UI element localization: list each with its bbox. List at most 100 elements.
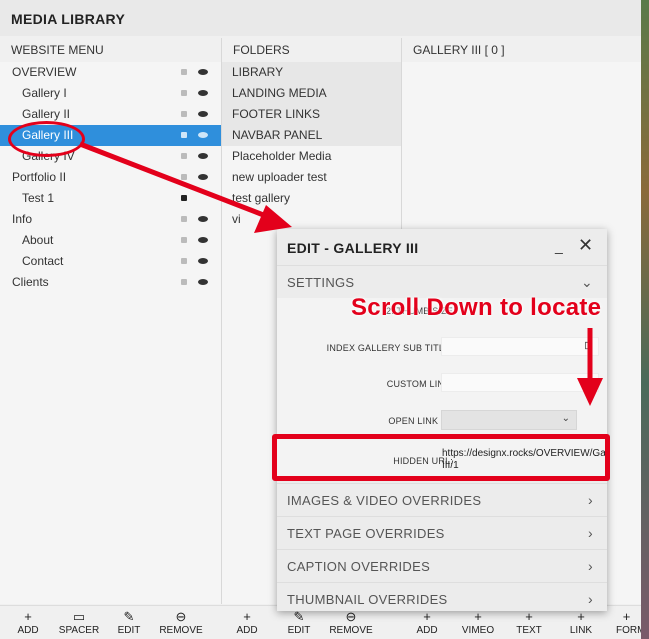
eye-icon[interactable] xyxy=(198,258,208,264)
folder-new-uploader-test[interactable]: new uploader test xyxy=(222,167,401,188)
chevron-right-icon: › xyxy=(588,492,593,508)
menu-item-label: OVERVIEW xyxy=(12,65,77,79)
button-label: TEXT xyxy=(516,625,542,636)
folder-library[interactable]: LIBRARY xyxy=(222,62,401,83)
lock-icon[interactable] xyxy=(181,111,187,117)
lock-icon[interactable] xyxy=(181,279,187,285)
eye-icon[interactable] xyxy=(198,279,208,285)
button-label: LINK xyxy=(569,625,593,636)
minus-circle-icon: ⊖ xyxy=(345,609,357,624)
chevron-down-icon: ⌄ xyxy=(580,274,593,290)
lock-icon[interactable] xyxy=(181,195,187,201)
menu-add-button[interactable]: + ADD xyxy=(10,606,46,639)
eye-icon[interactable] xyxy=(198,153,208,159)
folder-add-button[interactable]: + ADD xyxy=(230,606,264,639)
app-title: MEDIA LIBRARY xyxy=(11,11,126,27)
eye-icon[interactable] xyxy=(198,90,208,96)
folder-vi[interactable]: vi xyxy=(222,209,401,230)
menu-item-test-1[interactable]: Test 1 xyxy=(0,188,221,209)
plus-icon: + xyxy=(423,609,431,624)
button-label: VIMEO xyxy=(461,625,495,636)
folder-placeholder-media[interactable]: Placeholder Media xyxy=(222,146,401,167)
menu-item-label: Info xyxy=(12,212,33,226)
plus-icon: + xyxy=(525,609,533,624)
section-label: CAPTION OVERRIDES xyxy=(287,559,431,574)
folder-landing-media[interactable]: LANDING MEDIA xyxy=(222,83,401,104)
eye-icon[interactable] xyxy=(198,132,208,138)
menu-spacer-button[interactable]: ▭ SPACER xyxy=(56,606,102,639)
plus-icon: + xyxy=(24,609,32,624)
section-label: SETTINGS xyxy=(287,275,355,290)
menu-item-overview[interactable]: OVERVIEW xyxy=(0,62,221,83)
chevron-right-icon: › xyxy=(588,558,593,574)
chevron-right-icon: › xyxy=(588,525,593,541)
button-label: ADD xyxy=(416,625,438,636)
lock-icon[interactable] xyxy=(181,237,187,243)
sub-title-input[interactable] xyxy=(441,337,599,356)
eye-icon[interactable] xyxy=(198,237,208,243)
section-thumbnail-overrides[interactable]: THUMBNAIL OVERRIDES › xyxy=(277,582,607,611)
eye-icon[interactable] xyxy=(198,69,208,75)
sub-title-label: INDEX GALLERY SUB TITLE: xyxy=(326,343,453,353)
open-link-select[interactable]: ⌄ xyxy=(441,410,577,430)
minus-circle-icon: ⊖ xyxy=(175,609,187,624)
text-box-icon[interactable]: ⊡ xyxy=(584,339,593,352)
lock-icon[interactable] xyxy=(181,153,187,159)
menu-item-label: Clients xyxy=(12,275,49,289)
background-strip xyxy=(641,0,649,639)
menu-item-contact[interactable]: Contact xyxy=(0,251,221,272)
folder-test-gallery[interactable]: test gallery xyxy=(222,188,401,209)
menu-item-clients[interactable]: Clients xyxy=(0,272,221,293)
plus-icon: + xyxy=(474,609,482,624)
menu-item-label: Contact xyxy=(22,254,64,268)
lock-icon[interactable] xyxy=(181,90,187,96)
website-menu-header: WEBSITE MENU xyxy=(0,38,221,62)
edit-gallery-panel: EDIT - GALLERY III _ ✕ SETTINGS ⌄ 2. THU… xyxy=(277,229,607,611)
minimize-icon[interactable]: _ xyxy=(555,239,569,254)
gallery-form-button[interactable]: +FORM xyxy=(612,606,641,639)
section-images-video-overrides[interactable]: IMAGES & VIDEO OVERRIDES › xyxy=(277,483,607,516)
panel-title: EDIT - GALLERY III xyxy=(287,240,419,256)
panel-header: EDIT - GALLERY III _ ✕ xyxy=(277,229,607,265)
eye-icon[interactable] xyxy=(198,174,208,180)
folder-footer-links[interactable]: FOOTER LINKS xyxy=(222,104,401,125)
lock-icon[interactable] xyxy=(181,132,187,138)
menu-item-info[interactable]: Info xyxy=(0,209,221,230)
section-label: THUMBNAIL OVERRIDES xyxy=(287,592,448,607)
lock-icon[interactable] xyxy=(181,69,187,75)
folder-navbar-panel[interactable]: NAVBAR PANEL xyxy=(222,125,401,146)
eye-icon[interactable] xyxy=(198,216,208,222)
plus-icon: + xyxy=(243,609,251,624)
button-label: EDIT xyxy=(287,625,311,636)
eye-icon[interactable] xyxy=(198,111,208,117)
button-label: ADD xyxy=(236,625,258,636)
menu-remove-button[interactable]: ⊖ REMOVE xyxy=(156,606,206,639)
section-text-page-overrides[interactable]: TEXT PAGE OVERRIDES › xyxy=(277,516,607,549)
button-label: SPACER xyxy=(58,625,100,636)
menu-item-portfolio-ii[interactable]: Portfolio II xyxy=(0,167,221,188)
menu-item-label: About xyxy=(22,233,54,247)
lock-icon[interactable] xyxy=(181,216,187,222)
menu-item-label: Portfolio II xyxy=(12,170,67,184)
annotation-circle xyxy=(8,121,85,157)
menu-item-gallery-i[interactable]: Gallery I xyxy=(0,83,221,104)
button-label: REMOVE xyxy=(329,625,373,636)
close-icon[interactable]: ✕ xyxy=(578,236,594,254)
button-label: REMOVE xyxy=(159,625,203,636)
menu-item-about[interactable]: About xyxy=(0,230,221,251)
hidden-url-highlight-box xyxy=(272,434,610,481)
button-label: FORM xyxy=(616,625,641,636)
menu-edit-button[interactable]: ✎ EDIT xyxy=(112,606,146,639)
lock-icon[interactable] xyxy=(181,258,187,264)
menu-item-label: Gallery I xyxy=(22,86,67,100)
menu-item-label: Test 1 xyxy=(22,191,55,205)
title-bar: MEDIA LIBRARY xyxy=(0,0,641,36)
chevron-right-icon: › xyxy=(588,591,593,607)
plus-icon: + xyxy=(622,609,631,624)
button-label: EDIT xyxy=(117,625,141,636)
custom-link-input[interactable] xyxy=(441,373,599,392)
button-label: ADD xyxy=(17,625,39,636)
section-caption-overrides[interactable]: CAPTION OVERRIDES › xyxy=(277,549,607,582)
lock-icon[interactable] xyxy=(181,174,187,180)
annotation-text: Scroll Down to locate xyxy=(351,294,602,321)
